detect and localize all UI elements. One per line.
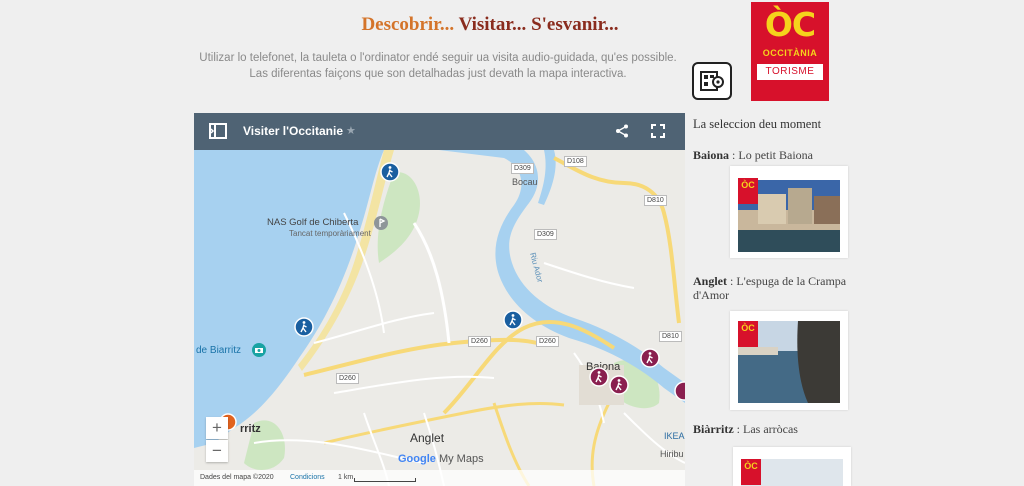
road-label: D260 [536, 336, 559, 347]
logo-torisme: TORISME [757, 64, 823, 80]
walking-pin-icon[interactable] [674, 381, 685, 406]
map-label-bocau: Bocau [512, 177, 538, 187]
mymaps-wordmark: My Maps [438, 453, 484, 465]
intro-text: Utilizar lo telefonet, la tauleta o l'or… [199, 52, 677, 80]
road-label: D309 [511, 163, 534, 174]
camera-icon [252, 343, 266, 359]
entry-place: Biàrritz [693, 422, 734, 436]
thumbnail-badge: ÒC [738, 321, 758, 347]
page-title: Descobrir... Visitar... S'esvanir... [200, 14, 780, 36]
road-label: D309 [534, 229, 557, 240]
road-label: D810 [644, 195, 667, 206]
map-conditions-link[interactable]: Condicions [290, 474, 325, 481]
map-scale-bar [354, 478, 416, 482]
entry-place: Anglet [693, 274, 727, 288]
sidebar-toggle-icon[interactable] [209, 123, 227, 144]
occitania-tourism-logo[interactable]: ÒC OCCITÀNIA TORISME [751, 2, 829, 101]
selection-entry-biarritz[interactable]: Biàrritz : Las arròcas [693, 422, 873, 436]
thumbnail-badge: ÒC [741, 459, 761, 485]
thumbnail-badge: ÒC [738, 178, 758, 204]
road-label: D260 [468, 336, 491, 347]
map-header: Visiter l'Occitanie ★ [194, 113, 685, 150]
map-label-golf: NAS Golf de Chiberta [267, 217, 359, 228]
google-wordmark: Google [398, 453, 436, 465]
road-label: D260 [336, 373, 359, 384]
audio-guide-icon[interactable] [692, 62, 732, 100]
sidebar-heading: La seleccion deu moment [693, 117, 822, 131]
title-descobrir: Descobrir... [361, 14, 455, 35]
hiking-pin-icon[interactable] [380, 162, 400, 187]
title-esvanir: S'esvanir... [531, 14, 619, 35]
title-visitar: Visitar... [458, 14, 527, 35]
interactive-map[interactable]: Visiter l'Occitanie ★ NAS Golf de Chiber… [194, 113, 685, 486]
share-icon[interactable] [615, 124, 629, 143]
zoom-in-button[interactable]: + [206, 417, 228, 439]
entry-separator: : [733, 422, 743, 436]
entry-separator: : [727, 274, 737, 288]
map-label-biarritz-left: de Biarritz [196, 345, 242, 356]
selection-entry-baiona[interactable]: Baiona : Lo petit Baiona [693, 148, 873, 162]
map-label-anglet: Anglet [410, 431, 445, 445]
zoom-out-button[interactable]: − [206, 440, 228, 462]
logo-oc: ÒC [764, 5, 816, 44]
walking-pin-icon[interactable] [640, 348, 660, 373]
logo-occitania: OCCITÀNIA [762, 48, 818, 58]
google-logo: Google My Maps [398, 453, 484, 465]
entry-separator: : [729, 148, 739, 162]
hiking-pin-icon[interactable] [503, 310, 523, 335]
map-footer: Dades del mapa ©2020 Condicions 1 km [194, 470, 685, 486]
map-scale: 1 km [338, 474, 354, 481]
golf-flag-icon [374, 216, 388, 232]
map-credit: Dades del mapa ©2020 [200, 474, 274, 481]
walking-pin-icon[interactable] [589, 367, 609, 392]
map-label-biarritz: rritz [240, 423, 261, 435]
thumbnail-baiona[interactable]: ÒC [730, 166, 848, 258]
walking-pin-icon[interactable] [609, 375, 629, 400]
hiking-pin-icon[interactable] [294, 317, 314, 342]
road-label: D108 [564, 156, 587, 167]
selection-entry-anglet[interactable]: Anglet : L'espuga de la Crampa d'Amor [693, 274, 873, 302]
map-title: Visiter l'Occitanie [243, 124, 344, 138]
thumbnail-biarritz[interactable]: ÒC [733, 447, 851, 486]
entry-text: Las arròcas [743, 422, 798, 436]
entry-text: Lo petit Baiona [738, 148, 814, 162]
map-label-hiribu: Hiribu [660, 449, 684, 459]
map-label-ikea: IKEA [664, 431, 685, 441]
map-label-golf-status: Tancat temporàriament [289, 229, 371, 238]
road-label: D810 [659, 331, 682, 342]
thumbnail-anglet[interactable]: ÒC [730, 311, 848, 410]
entry-place: Baiona [693, 148, 730, 162]
star-icon[interactable]: ★ [346, 124, 356, 137]
fullscreen-icon[interactable] [651, 124, 665, 143]
